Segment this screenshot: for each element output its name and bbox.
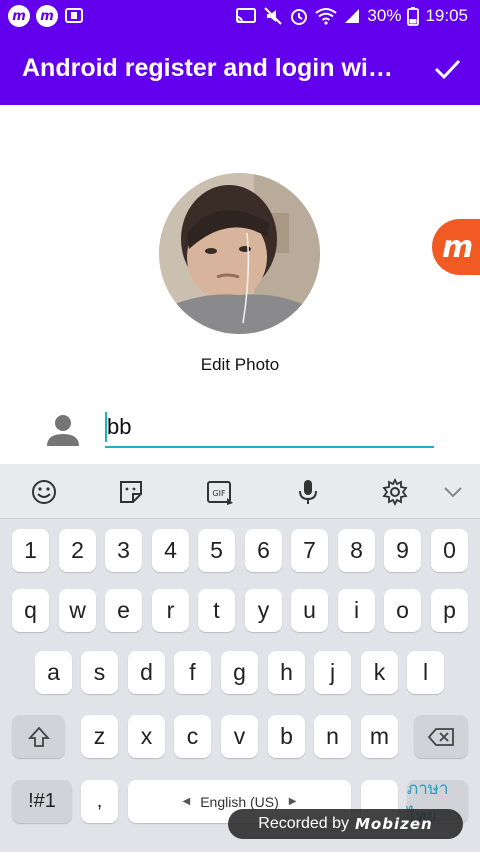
keyboard-toolbar: GIF (0, 464, 480, 519)
chevron-down-icon[interactable] (437, 476, 469, 508)
person-icon (47, 415, 79, 446)
backspace-icon (427, 727, 454, 746)
key-s[interactable]: s (81, 651, 118, 694)
key-d[interactable]: d (128, 651, 165, 694)
key-o[interactable]: o (384, 589, 421, 632)
space-bar-label: English (US) (200, 793, 279, 810)
key-x[interactable]: x (128, 715, 165, 758)
settings-icon[interactable] (379, 476, 411, 508)
watermark-prefix: Recorded by (258, 815, 349, 832)
key-m[interactable]: m (361, 715, 398, 758)
gif-label: GIF (212, 489, 226, 498)
edit-photo-button[interactable]: Edit Photo (0, 355, 480, 375)
mute-icon (264, 7, 283, 25)
key-i[interactable]: i (338, 589, 375, 632)
key-w[interactable]: w (59, 589, 96, 632)
key-4[interactable]: 4 (152, 529, 189, 572)
wifi-icon (315, 8, 338, 25)
notification-icons: m m (8, 5, 84, 27)
key-g[interactable]: g (221, 651, 258, 694)
key-k[interactable]: k (361, 651, 398, 694)
mobizen-floating-button[interactable]: m (432, 219, 480, 275)
key-u[interactable]: u (291, 589, 328, 632)
check-icon[interactable] (432, 54, 462, 84)
key-n[interactable]: n (314, 715, 351, 758)
key-b[interactable]: b (268, 715, 305, 758)
key-1[interactable]: 1 (12, 529, 49, 572)
key-5[interactable]: 5 (198, 529, 235, 572)
alarm-icon (291, 9, 308, 25)
signal-icon (345, 9, 360, 23)
key-t[interactable]: t (198, 589, 235, 632)
key-e[interactable]: e (105, 589, 142, 632)
clock: 19:05 (425, 6, 468, 25)
key-v[interactable]: v (221, 715, 258, 758)
key-z[interactable]: z (81, 715, 118, 758)
gif-icon[interactable]: GIF (204, 476, 236, 508)
app-bar: Android register and login wi… (0, 32, 480, 105)
mobizen-notification-icon: m (8, 5, 30, 27)
space-right-arrow-icon: ▶ (288, 796, 297, 807)
key-y[interactable]: y (245, 589, 282, 632)
battery-icon (407, 7, 420, 26)
key-8[interactable]: 8 (338, 529, 375, 572)
key-c[interactable]: c (174, 715, 211, 758)
key-2[interactable]: 2 (59, 529, 96, 572)
watermark-logo: Mobizen (355, 815, 433, 833)
page-title: Android register and login wi… (22, 54, 393, 82)
key-q[interactable]: q (12, 589, 49, 632)
key-0[interactable]: 0 (431, 529, 468, 572)
battery-percent: 30% (367, 6, 402, 25)
recording-watermark: Recorded by Mobizen (228, 809, 463, 839)
key-6[interactable]: 6 (245, 529, 282, 572)
key-p[interactable]: p (431, 589, 468, 632)
key-7[interactable]: 7 (291, 529, 328, 572)
soft-keyboard: GIF 1 2 3 4 5 6 7 8 9 0 q w e r t y u i … (0, 464, 480, 852)
key-9[interactable]: 9 (384, 529, 421, 572)
comma-key[interactable]: , (81, 780, 118, 823)
key-3[interactable]: 3 (105, 529, 142, 572)
cast-icon (236, 8, 257, 23)
emoji-icon[interactable] (28, 476, 60, 508)
microphone-icon[interactable] (292, 476, 324, 508)
screen: m m 30% 19:05 Android register and login… (0, 0, 480, 852)
text-cursor (105, 412, 107, 442)
profile-photo-image (159, 173, 320, 334)
space-left-arrow-icon: ◀ (182, 796, 191, 807)
key-a[interactable]: a (35, 651, 72, 694)
key-r[interactable]: r (152, 589, 189, 632)
shift-key[interactable] (12, 715, 65, 758)
key-h[interactable]: h (268, 651, 305, 694)
key-f[interactable]: f (174, 651, 211, 694)
profile-photo[interactable] (159, 173, 320, 334)
mobizen-notification-icon: m (36, 5, 58, 27)
key-j[interactable]: j (314, 651, 351, 694)
name-input[interactable] (105, 408, 434, 448)
sticker-icon[interactable] (115, 476, 147, 508)
backspace-key[interactable] (414, 715, 468, 758)
key-l[interactable]: l (407, 651, 444, 694)
device-icon (65, 8, 83, 23)
status-bar: m m 30% 19:05 (0, 0, 480, 32)
symbols-key[interactable]: !#1 (12, 780, 72, 823)
shift-icon (27, 726, 50, 747)
